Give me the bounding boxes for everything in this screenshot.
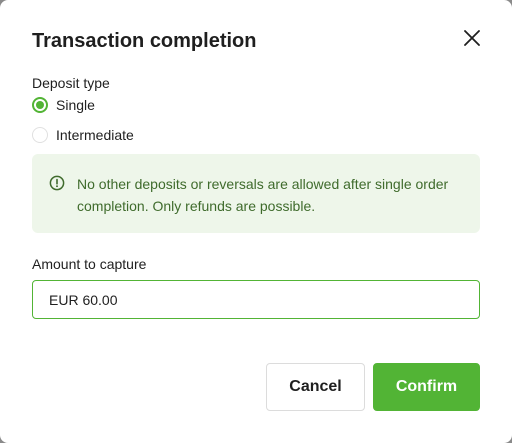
confirm-button[interactable]: Confirm <box>373 363 480 411</box>
close-icon <box>464 30 480 46</box>
info-circle-icon <box>49 175 65 191</box>
dialog-title: Transaction completion <box>32 30 257 52</box>
deposit-type-label: Deposit type <box>32 75 110 91</box>
amount-label: Amount to capture <box>32 256 147 272</box>
close-button[interactable] <box>458 24 486 52</box>
notice-text: No other deposits or reversals are allow… <box>77 176 449 214</box>
amount-input[interactable] <box>32 280 480 319</box>
radio-button-intermediate[interactable] <box>32 127 48 143</box>
radio-option-single[interactable]: Single <box>32 95 95 115</box>
radio-label-single: Single <box>56 97 95 113</box>
radio-option-intermediate[interactable]: Intermediate <box>32 125 134 145</box>
radio-label-intermediate: Intermediate <box>56 127 134 143</box>
cancel-button[interactable]: Cancel <box>266 363 365 411</box>
info-notice: No other deposits or reversals are allow… <box>32 154 480 233</box>
transaction-completion-dialog: Transaction completion Deposit type Sing… <box>0 0 512 443</box>
radio-button-single[interactable] <box>32 97 48 113</box>
